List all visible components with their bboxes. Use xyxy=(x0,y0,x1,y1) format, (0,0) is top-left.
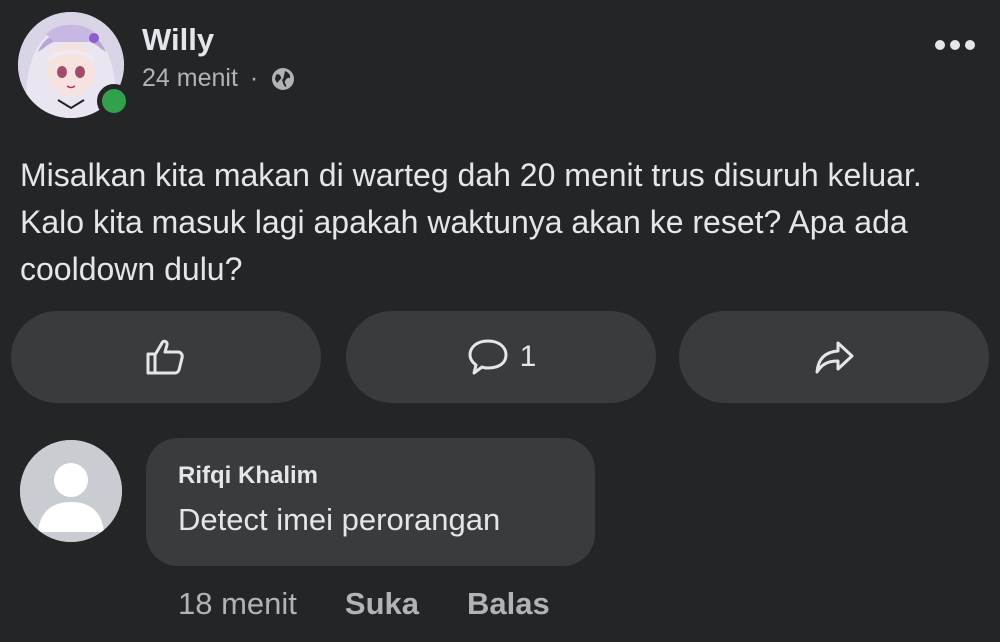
post-header: Willy 24 menit · xyxy=(0,0,1000,130)
more-options-icon[interactable] xyxy=(930,30,980,60)
comment-button[interactable]: 1 xyxy=(346,311,656,403)
comment-text: Detect imei perorangan xyxy=(178,502,501,537)
commenter-name[interactable]: Rifqi Khalim xyxy=(178,462,318,490)
commenter-avatar[interactable] xyxy=(20,440,122,542)
post-timestamp[interactable]: 24 menit xyxy=(142,64,238,93)
comment-like-link[interactable]: Suka xyxy=(345,586,419,622)
comment-bubble: Rifqi Khalim Detect imei perorangan xyxy=(146,438,595,566)
comment-count: 1 xyxy=(519,340,537,373)
share-arrow-icon xyxy=(812,335,856,379)
comment-bubble-icon xyxy=(466,335,510,379)
online-status-dot xyxy=(97,84,131,118)
globe-icon xyxy=(270,66,296,92)
comment-reply-link[interactable]: Balas xyxy=(467,586,550,622)
post-author-name[interactable]: Willy xyxy=(142,22,214,58)
thumbs-up-icon xyxy=(144,335,188,379)
post-text: Misalkan kita makan di warteg dah 20 men… xyxy=(20,157,922,287)
like-button[interactable] xyxy=(11,311,321,403)
post-meta: 24 menit · xyxy=(142,64,296,93)
comment-meta: 18 menit Suka Balas xyxy=(178,586,550,622)
comment-timestamp[interactable]: 18 menit xyxy=(178,586,297,622)
share-button[interactable] xyxy=(679,311,989,403)
meta-separator: · xyxy=(249,64,259,92)
